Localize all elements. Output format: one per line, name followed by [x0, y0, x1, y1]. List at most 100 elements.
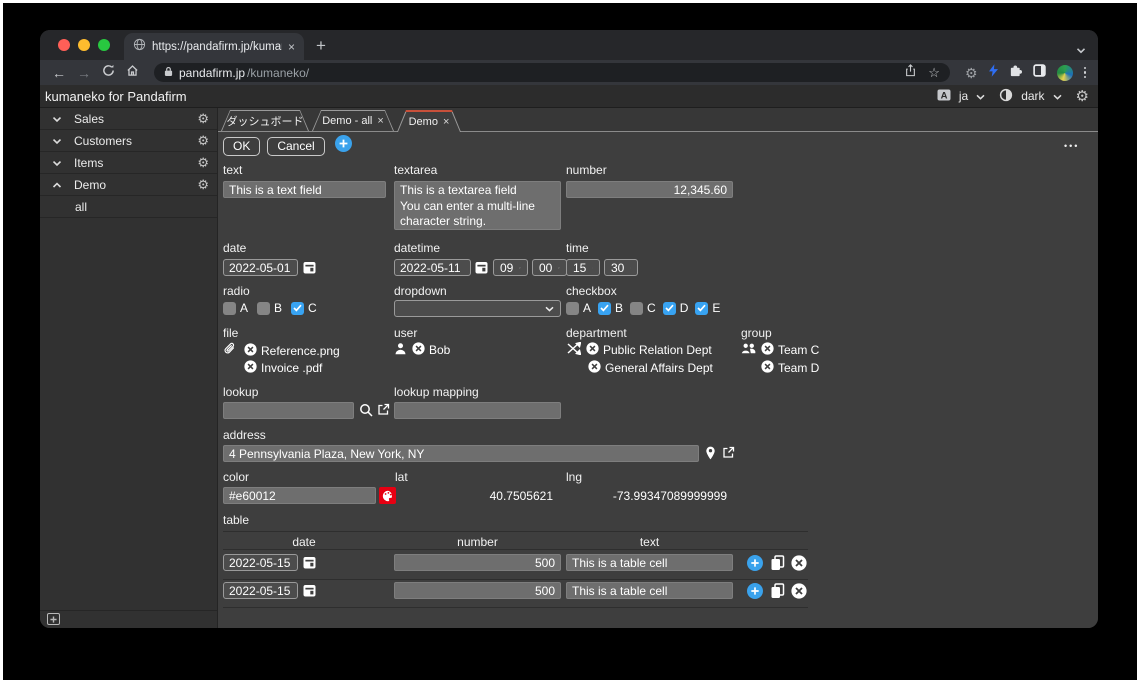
remove-icon[interactable]: [412, 342, 425, 358]
new-tab-button[interactable]: +: [316, 37, 326, 54]
tab-search-chevron-icon[interactable]: [1076, 41, 1086, 59]
checkbox-option-b[interactable]: B: [598, 301, 623, 315]
calendar-icon[interactable]: [303, 261, 316, 279]
side-panel-icon[interactable]: [1032, 63, 1046, 82]
extension-gear-icon[interactable]: ⚙: [965, 66, 978, 80]
language-chevron-down-icon[interactable]: [976, 89, 985, 103]
ok-button[interactable]: OK: [223, 136, 261, 156]
radio-option-b[interactable]: B: [257, 301, 282, 315]
sidebar-item-demo[interactable]: Demo ⚙: [40, 174, 217, 196]
back-icon[interactable]: ←: [52, 66, 66, 80]
tab-close-icon[interactable]: ×: [443, 117, 449, 128]
sidebar-item-all[interactable]: all: [40, 196, 217, 218]
duplicate-row-icon[interactable]: [770, 555, 785, 576]
paperclip-icon[interactable]: [223, 342, 236, 359]
tab-close-icon[interactable]: ×: [377, 116, 383, 127]
checkbox-option-a[interactable]: A: [566, 301, 591, 315]
textarea-input[interactable]: This is a textarea field You can enter a…: [394, 181, 561, 230]
table-text-input[interactable]: [566, 582, 733, 599]
remove-icon[interactable]: [588, 360, 601, 376]
sidebar-gear-icon[interactable]: ⚙: [197, 178, 209, 191]
home-icon[interactable]: [126, 64, 139, 82]
department-name[interactable]: General Affairs Dept: [605, 361, 713, 375]
add-record-icon[interactable]: [334, 135, 352, 157]
table-text-input[interactable]: [566, 554, 733, 571]
external-link-icon[interactable]: [377, 403, 390, 421]
reload-icon[interactable]: [102, 64, 115, 82]
share-icon[interactable]: [905, 63, 916, 82]
number-input[interactable]: [566, 181, 733, 198]
radio-option-c[interactable]: C: [291, 301, 317, 315]
remove-icon[interactable]: [761, 342, 774, 358]
color-input[interactable]: [223, 487, 376, 504]
calendar-icon[interactable]: [303, 584, 316, 602]
close-window-button[interactable]: [58, 39, 70, 51]
remove-icon[interactable]: [244, 342, 257, 359]
theme-value[interactable]: dark: [1021, 89, 1044, 103]
add-row-icon[interactable]: [747, 583, 763, 604]
sidebar-gear-icon[interactable]: ⚙: [197, 134, 209, 147]
add-row-icon[interactable]: [747, 555, 763, 576]
tab-close-icon[interactable]: ×: [288, 41, 295, 53]
minimize-window-button[interactable]: [78, 39, 90, 51]
table-date-input[interactable]: [223, 582, 298, 599]
calendar-icon[interactable]: [475, 261, 488, 279]
delete-row-icon[interactable]: [791, 583, 807, 604]
search-icon[interactable]: [359, 403, 373, 422]
calendar-icon[interactable]: [303, 556, 316, 574]
group-name[interactable]: Team C: [778, 343, 819, 357]
profile-avatar[interactable]: [1056, 64, 1073, 81]
browser-menu-icon[interactable]: [1083, 66, 1086, 79]
duplicate-row-icon[interactable]: [770, 583, 785, 604]
datetime-hour-select[interactable]: 09: [493, 259, 528, 276]
tab-demo[interactable]: Demo ×: [397, 110, 461, 132]
app-settings-gear-icon[interactable]: ⚙: [1076, 89, 1089, 104]
sidebar-item-items[interactable]: Items ⚙: [40, 152, 217, 174]
file-name[interactable]: Reference.png: [261, 344, 340, 358]
map-pin-icon[interactable]: [705, 446, 716, 465]
lightning-extension-icon[interactable]: [988, 63, 998, 82]
text-input[interactable]: [223, 181, 386, 198]
browser-tab[interactable]: https://pandafirm.jp/kumaneko ×: [124, 33, 304, 60]
time-minute-select[interactable]: 30: [604, 259, 638, 276]
lookup-mapping-input[interactable]: [394, 402, 561, 419]
time-hour-select[interactable]: 15: [566, 259, 600, 276]
tab-dashboard[interactable]: ダッシュボード: [221, 110, 309, 131]
department-name[interactable]: Public Relation Dept: [603, 343, 712, 357]
color-picker-button[interactable]: [379, 487, 396, 504]
sidebar-gear-icon[interactable]: ⚙: [197, 112, 209, 125]
more-options-button[interactable]: •••: [1064, 141, 1079, 151]
extensions-puzzle-icon[interactable]: [1009, 64, 1022, 82]
radio-option-a[interactable]: A: [223, 301, 248, 315]
checkbox-option-d[interactable]: D: [662, 301, 688, 315]
sidebar-gear-icon[interactable]: ⚙: [197, 156, 209, 169]
delete-row-icon[interactable]: [791, 555, 807, 576]
table-number-input[interactable]: [394, 554, 561, 571]
language-value[interactable]: ja: [959, 89, 968, 103]
theme-chevron-down-icon[interactable]: [1053, 89, 1062, 103]
remove-icon[interactable]: [761, 360, 774, 376]
lock-icon[interactable]: [164, 64, 173, 82]
date-input[interactable]: [223, 259, 298, 276]
user-name[interactable]: Bob: [429, 343, 450, 357]
sidebar-item-customers[interactable]: Customers ⚙: [40, 130, 217, 152]
translate-icon[interactable]: A: [937, 88, 951, 105]
file-name[interactable]: Invoice .pdf: [261, 361, 322, 375]
bookmark-star-icon[interactable]: ☆: [928, 66, 940, 79]
external-link-icon[interactable]: [722, 446, 735, 464]
remove-icon[interactable]: [244, 360, 257, 376]
checkbox-option-e[interactable]: E: [695, 301, 720, 315]
lookup-input[interactable]: [223, 402, 354, 419]
datetime-date-input[interactable]: [394, 259, 471, 276]
zoom-window-button[interactable]: [98, 39, 110, 51]
url-bar[interactable]: pandafirm.jp/kumaneko/ ☆: [154, 63, 950, 82]
address-input[interactable]: [223, 445, 699, 462]
cancel-button[interactable]: Cancel: [267, 136, 325, 156]
group-name[interactable]: Team D: [778, 361, 819, 375]
sidebar-item-sales[interactable]: Sales ⚙: [40, 108, 217, 130]
add-app-icon[interactable]: [47, 613, 60, 625]
checkbox-option-c[interactable]: C: [630, 301, 656, 315]
table-date-input[interactable]: [223, 554, 298, 571]
contrast-theme-icon[interactable]: [999, 88, 1013, 105]
table-number-input[interactable]: [394, 582, 561, 599]
